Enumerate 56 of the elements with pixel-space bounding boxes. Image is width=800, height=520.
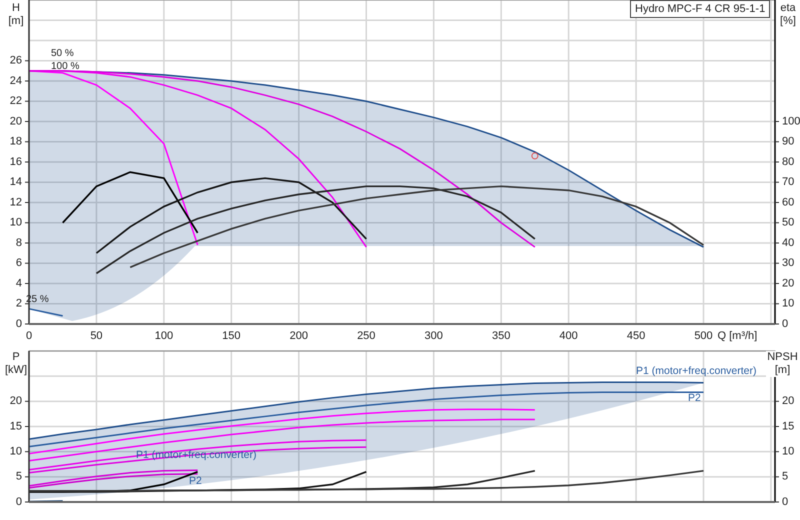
y-tick-label: 15 — [782, 420, 794, 432]
y-tick-label: 20 — [10, 115, 22, 128]
y-tick-label: 10 — [10, 446, 22, 458]
y-tick-label: 10 — [782, 298, 794, 310]
y-tick-label: 50 — [782, 216, 794, 229]
curve-label: 100 % — [51, 62, 80, 72]
y-tick-label: 2 — [16, 298, 22, 310]
x-tick-label: 100 — [154, 330, 174, 342]
x-tick-label: 250 — [357, 330, 376, 342]
x-tick-label: 400 — [559, 330, 578, 342]
curve-label: P1 (motor+freq.converter) — [636, 366, 757, 376]
y-tick-label: 8 — [16, 236, 22, 249]
y-tick-label: 20 — [10, 395, 22, 408]
y-tick-label: 4 — [16, 277, 22, 290]
x-tick-label: 0 — [26, 330, 32, 342]
y-tick-label: 12 — [10, 196, 22, 208]
x-axis-label: Q [m³/h] — [718, 330, 758, 342]
y-tick-label: 10 — [782, 446, 794, 458]
curve-label: 50 % — [51, 49, 74, 59]
x-tick-label: 300 — [424, 330, 443, 342]
y-tick-label: 24 — [10, 74, 22, 87]
curve-label: P2 — [688, 393, 701, 404]
x-tick-label: 200 — [290, 330, 308, 342]
y-tick-label: 80 — [782, 156, 794, 168]
y-tick-label: 20 — [782, 395, 794, 408]
y-tick-label: 70 — [782, 176, 794, 188]
y-tick-label: 0 — [16, 496, 22, 508]
y-tick-label: 6 — [16, 257, 22, 270]
y-tick-label: 40 — [782, 236, 794, 249]
y-tick-label: 20 — [782, 277, 794, 290]
y-tick-label: 22 — [10, 95, 22, 108]
y-axis-label: NPSH [m] — [766, 351, 799, 377]
chart-title: Hydro MPC-F 4 CR 95-1-1 — [630, 0, 770, 18]
y-tick-label: 16 — [10, 156, 22, 168]
x-tick-label: 150 — [222, 330, 241, 342]
y-tick-label: 0 — [782, 318, 788, 330]
x-tick-label: 50 — [90, 330, 103, 342]
y-tick-label: 0 — [782, 496, 788, 508]
x-tick-label: 500 — [694, 330, 713, 342]
x-tick-label: 450 — [626, 330, 646, 342]
y-tick-label: 26 — [10, 54, 22, 67]
y-axis-label: P [kW] — [4, 351, 28, 377]
y-axis-label: H [m] — [7, 2, 25, 28]
y-tick-label: 18 — [10, 136, 22, 148]
y-tick-label: 0 — [16, 318, 22, 330]
y-tick-label: 30 — [782, 257, 794, 270]
y-tick-label: 100 — [782, 115, 800, 128]
y-tick-label: 15 — [10, 420, 22, 432]
y-tick-label: 14 — [10, 176, 22, 188]
y-tick-label: 90 — [782, 136, 794, 148]
x-tick-label: 350 — [492, 330, 510, 342]
curve-label: P2 — [189, 476, 202, 486]
y-tick-label: 5 — [782, 470, 788, 483]
y-tick-label: 10 — [10, 216, 22, 229]
y-tick-label: 5 — [16, 470, 22, 483]
y-tick-label: 60 — [782, 196, 794, 208]
